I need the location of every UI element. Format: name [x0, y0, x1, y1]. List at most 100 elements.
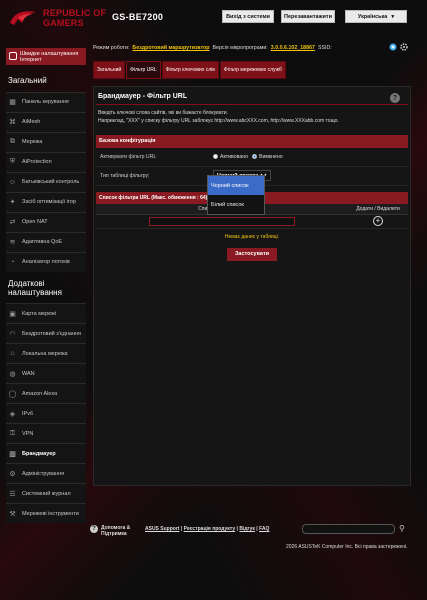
app-icon[interactable]	[389, 43, 397, 51]
sidebar-item-label: Open NAT	[22, 219, 48, 226]
quick-setup-button[interactable]: Швидке налаштування Інтернет	[6, 48, 86, 65]
footer-search-input[interactable]	[302, 524, 395, 534]
empty-message: Немає даних у таблиці.	[224, 233, 280, 240]
lan-icon: ⌂	[10, 350, 15, 358]
enable-on-radio[interactable]: Активовано	[213, 154, 248, 160]
config-header: Базова конфігурація	[96, 134, 408, 148]
sidebar-item-adv-3[interactable]: ◍ WAN	[6, 363, 86, 384]
type-label: Тип таблиці фільтру:	[100, 172, 150, 179]
sidebar-item-label: Аналізатор потоків	[22, 259, 70, 266]
sidebar-item-label: Системний журнал	[22, 490, 71, 497]
general-section-title: Загальний	[8, 76, 47, 85]
page-title: Брандмауер - Фільтр URL	[98, 93, 188, 100]
sidebar-item-label: Панель керування	[22, 99, 69, 106]
dropdown-option-whitelist[interactable]: Білий список	[208, 195, 264, 214]
game-icon: ✦	[9, 199, 16, 207]
radio-checked-icon	[251, 154, 257, 159]
sidebar-item-gen-2[interactable]: ⧉ Мережа	[6, 131, 86, 152]
question-icon: ?	[90, 525, 98, 533]
rog-logo-icon	[10, 11, 36, 25]
sidebar-item-label: Засіб оптимізації ігор	[22, 199, 76, 206]
tab-network-services-filter[interactable]: Фільтр мережевих служб	[219, 61, 286, 79]
ipv6-icon: ◈	[9, 410, 16, 418]
sidebar-item-label: Адміністрування	[22, 470, 65, 477]
sidebar-item-gen-3[interactable]: ⛨ AiProtection	[6, 151, 86, 172]
table-input-row: +	[96, 215, 408, 229]
search-icon[interactable]: ⚲	[399, 524, 405, 533]
wifi-icon: ◠	[9, 330, 16, 338]
sidebar-item-gen-0[interactable]: ▦ Панель керування	[6, 91, 86, 112]
footer-links: ASUS Support | Реєстрація продукту | Від…	[145, 526, 270, 532]
reboot-button[interactable]: Перезавантажити	[281, 10, 335, 23]
help-support[interactable]: ? Допомога & Підтримка	[90, 525, 130, 537]
sidebar-item-adv-8[interactable]: ⚙ Адміністрування	[6, 463, 86, 484]
sidebar-item-gen-4[interactable]: ☺ Батьківський контроль	[6, 171, 86, 192]
add-icon[interactable]: +	[373, 216, 383, 226]
description: Введіть ключові слова сайтів, які ви баж…	[94, 105, 410, 131]
description-line1: Введіть ключові слова сайтів, які ви баж…	[98, 110, 228, 116]
link-faq[interactable]: FAQ	[259, 526, 269, 532]
sidebar-item-label: WAN	[22, 370, 35, 377]
apply-button[interactable]: Застосувати	[227, 247, 277, 261]
dropdown-option-blacklist[interactable]: Чорний список	[208, 176, 264, 195]
sidebar-item-label: AiProtection	[22, 159, 52, 166]
sidebar-item-adv-6[interactable]: ⚿ VPN	[6, 423, 86, 444]
link-asus-support[interactable]: ASUS Support	[145, 526, 179, 532]
sidebar-item-adv-0[interactable]: ▣ Карта мережі	[6, 303, 86, 324]
sidebar-item-adv-9[interactable]: ☰ Системний журнал	[6, 483, 86, 504]
url-input[interactable]	[149, 216, 295, 226]
help-icon[interactable]: ?	[390, 93, 400, 103]
tab-general[interactable]: Загальний	[93, 61, 126, 79]
brand: REPUBLIC OF GAMERS	[43, 9, 106, 28]
link-feedback[interactable]: Відгук	[239, 526, 255, 532]
parental-icon: ☺	[8, 178, 17, 186]
enable-on-label: Активовано	[220, 153, 248, 160]
tab-url-filter[interactable]: Фільтр URL	[126, 61, 161, 79]
filter-type-dropdown: Чорний список Білий список	[207, 175, 265, 215]
copyright: 2026 ASUSTeK Computer Inc. Всі права зас…	[286, 544, 408, 550]
sidebar-item-label: Мережа	[22, 139, 43, 146]
sidebar-item-label: Брандмауер	[22, 450, 56, 457]
description-line2: Наприклад, "XXX" у списку фільтру URL за…	[98, 117, 339, 124]
sidebar-item-label: Батьківський контроль	[22, 179, 80, 186]
log-icon: ☰	[9, 490, 16, 498]
sidebar-item-label: Адаптивна QoE	[22, 239, 63, 246]
ssid-label: SSID:	[317, 45, 332, 51]
sidebar-item-adv-1[interactable]: ◠ Бездротовий з'єднання	[6, 323, 86, 344]
traffic-icon: ◔	[10, 258, 15, 266]
chevron-down-icon: ▾	[391, 13, 395, 20]
firewall-icon: ▥	[9, 450, 16, 458]
map-icon: ▣	[9, 310, 16, 318]
sidebar-item-label: Бездротовий з'єднання	[22, 330, 82, 337]
firmware-value[interactable]: 3.0.0.6.102_18867	[271, 45, 315, 51]
sidebar-item-adv-4[interactable]: ◯ Amazon Alexa	[6, 383, 86, 404]
tab-bar: Загальний Фільтр URL Фільтр ключових слі…	[93, 61, 411, 79]
enable-row: Активувати фільтр URL Активовано Вимкнен…	[96, 148, 408, 167]
sidebar-item-gen-8[interactable]: ◔ Аналізатор потоків	[6, 251, 86, 272]
status-icons	[389, 43, 408, 51]
mesh-icon: ⌘	[9, 119, 16, 127]
sidebar-item-gen-5[interactable]: ✦ Засіб оптимізації ігор	[6, 191, 86, 212]
help-line2: Підтримка	[101, 531, 127, 537]
tab-keyword-filter[interactable]: Фільтр ключових слів	[161, 61, 219, 79]
sidebar-item-adv-5[interactable]: ◈ IPv6	[6, 403, 86, 424]
sidebar-item-adv-2[interactable]: ⌂ Локальна мережа	[6, 343, 86, 364]
link-registration[interactable]: Реєстрація продукту	[184, 526, 236, 532]
sidebar-item-label: Amazon Alexa	[22, 390, 58, 397]
logout-button[interactable]: Вихід з системи	[222, 10, 274, 23]
enable-off-radio[interactable]: Вимкнено	[251, 154, 283, 160]
content-panel: Брандмауер - Фільтр URL ? Введіть ключов…	[93, 86, 411, 486]
wizard-icon	[9, 52, 17, 60]
mode-label: Режим роботи:	[93, 45, 130, 51]
language-select[interactable]: Українська ▾	[345, 10, 407, 23]
sidebar-item-gen-6[interactable]: ⇄ Open NAT	[6, 211, 86, 232]
mode-value[interactable]: Бездротовий маршрутизатор	[132, 45, 209, 51]
brand-line1: REPUBLIC OF	[43, 8, 107, 18]
sidebar-item-label: IPv6	[22, 410, 34, 417]
sidebar-item-adv-10[interactable]: ⚒ Мережеві інструменти	[6, 503, 86, 524]
sidebar-item-adv-7[interactable]: ▥ Брандмауер	[6, 443, 86, 464]
tools-icon: ⚒	[9, 510, 16, 518]
settings-gear-icon[interactable]	[400, 43, 408, 51]
sidebar-item-gen-7[interactable]: ≋ Адаптивна QoE	[6, 231, 86, 252]
sidebar-item-gen-1[interactable]: ⌘ AiMesh	[6, 111, 86, 132]
